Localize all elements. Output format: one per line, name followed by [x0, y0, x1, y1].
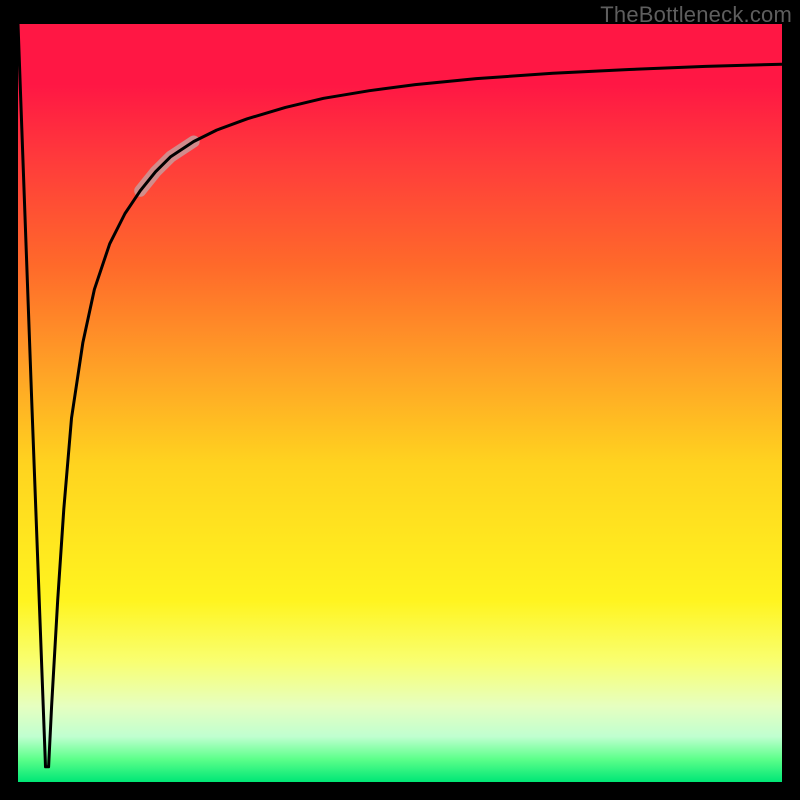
plot-area	[18, 24, 782, 782]
chart-frame: TheBottleneck.com	[0, 0, 800, 800]
watermark-text: TheBottleneck.com	[600, 2, 792, 28]
